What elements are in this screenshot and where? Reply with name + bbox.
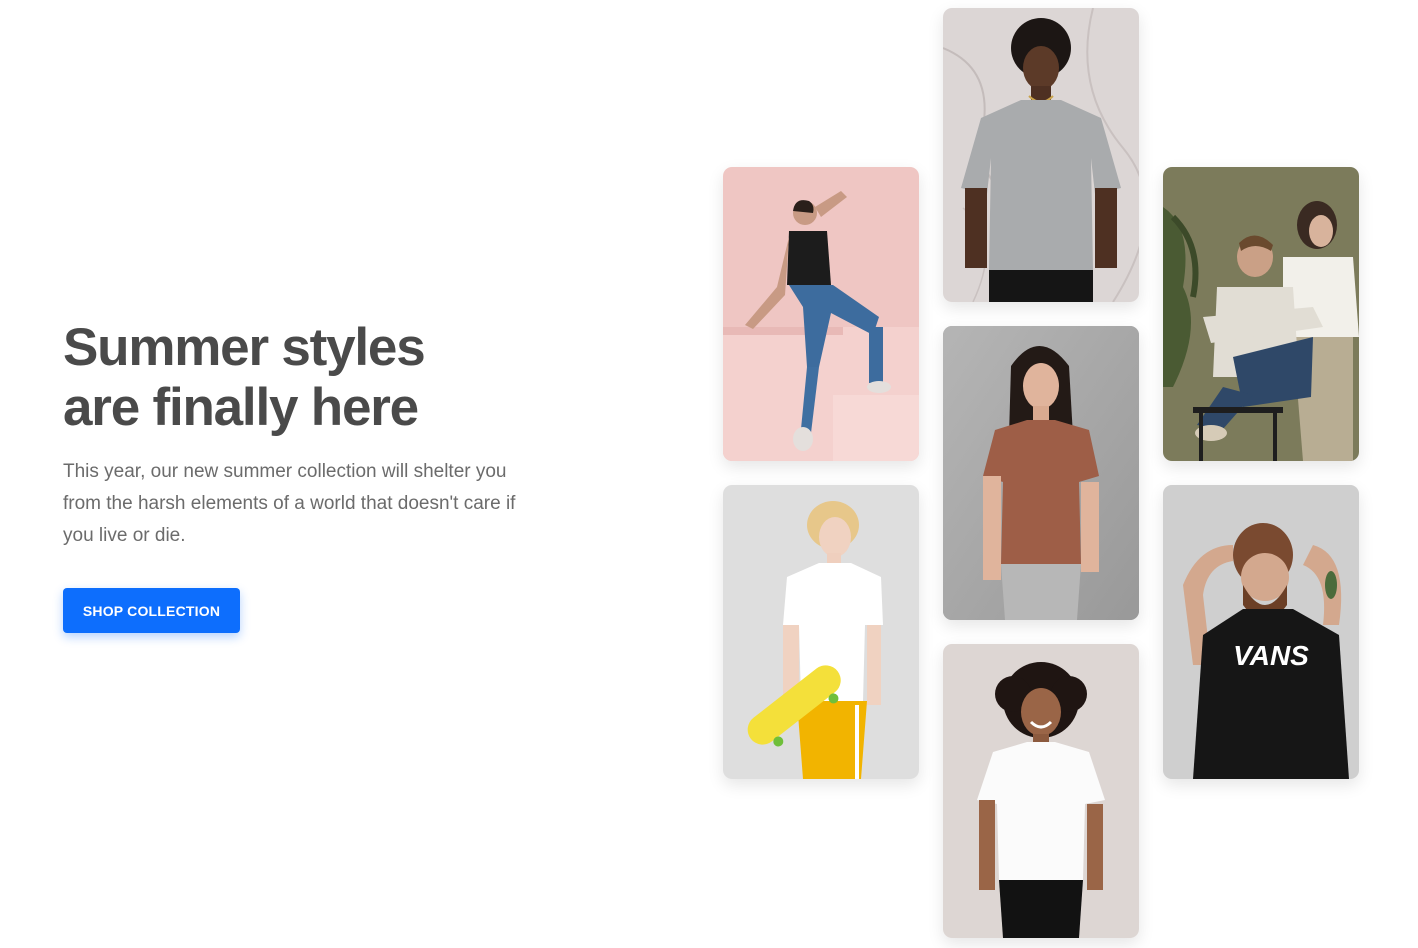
- man-grey-tee-marble-image: [943, 8, 1139, 302]
- hero-page: Summer styles are finally here This year…: [0, 0, 1418, 948]
- woman-brown-tee-grey-wall-image: [943, 326, 1139, 620]
- bearded-man-vans-tee-photo[interactable]: VANS: [1163, 485, 1359, 779]
- man-grey-tee-marble-photo[interactable]: [943, 8, 1139, 302]
- bearded-man-vans-tee-image: VANS: [1163, 485, 1359, 779]
- woman-brown-tee-grey-wall-photo[interactable]: [943, 326, 1139, 620]
- woman-white-tee-curly-hair-image: [943, 644, 1139, 938]
- couple-sitting-olive-photo[interactable]: [1163, 167, 1359, 461]
- vans-logo: VANS: [1233, 640, 1309, 671]
- hero-subtext: This year, our new summer collection wil…: [63, 461, 516, 546]
- woman-black-tee-pink-wall-image: [723, 167, 919, 461]
- shop-collection-button[interactable]: SHOP COLLECTION: [63, 588, 240, 633]
- headline-line-1: Summer styles: [63, 318, 426, 377]
- teen-skateboard-yellow-pants-photo[interactable]: [723, 485, 919, 779]
- headline-line-2: are finally here: [63, 378, 419, 437]
- woman-black-tee-pink-wall-photo[interactable]: [723, 167, 919, 461]
- couple-sitting-olive-image: [1163, 167, 1359, 461]
- woman-white-tee-curly-hair-photo[interactable]: [943, 644, 1139, 938]
- hero-headline: Summer styles are finally here: [63, 318, 563, 438]
- teen-skateboard-yellow-pants-image: [723, 485, 919, 779]
- hero-text-block: Summer styles are finally here This year…: [63, 318, 563, 633]
